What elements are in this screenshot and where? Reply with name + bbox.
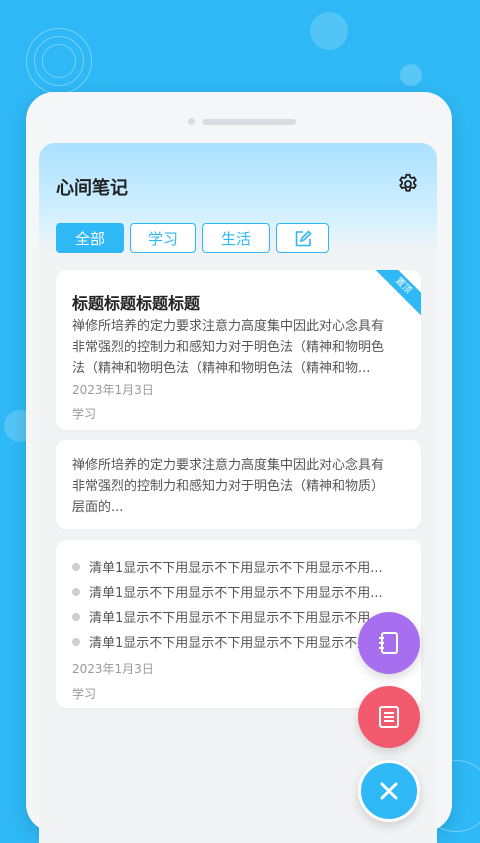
bullet-icon	[72, 638, 80, 646]
edit-icon	[295, 230, 312, 247]
bullet-icon	[72, 563, 80, 571]
app-header: 心间笔记 全部 学习 生活	[39, 143, 437, 253]
checklist-item: 清单1显示不下用显示不下用显示不下用显示不用...	[72, 582, 402, 602]
tab-edit[interactable]	[276, 223, 329, 253]
bullet-icon	[72, 588, 80, 596]
checklist-item: 清单1显示不下用显示不下用显示不下用显示不用...	[72, 632, 402, 652]
tab-life[interactable]: 生活	[202, 223, 270, 253]
camera-dot	[188, 118, 195, 125]
decor-circle	[400, 64, 422, 86]
note-card[interactable]: 禅修所培养的定力要求注意力高度集中因此对心念具有 非常强烈的控制力和感知力对于明…	[56, 440, 421, 529]
note-tag: 学习	[72, 407, 97, 421]
note-tag: 学习	[72, 687, 97, 701]
note-card[interactable]: 置顶 标题标题标题标题 禅修所培养的定力要求注意力高度集中因此对心念具有 非常强…	[56, 270, 421, 430]
checklist-item: 清单1显示不下用显示不下用显示不下用显示不用...	[72, 607, 402, 627]
decor-ring	[42, 44, 76, 78]
decor-circle	[310, 12, 348, 50]
checklist-item: 清单1显示不下用显示不下用显示不下用显示不用...	[72, 557, 402, 577]
speaker-bar	[202, 119, 296, 125]
note-body: 禅修所培养的定力要求注意力高度集中因此对心念具有 非常强烈的控制力和感知力对于明…	[72, 458, 385, 515]
pinned-badge: 置顶	[369, 270, 421, 320]
notebook-icon	[379, 632, 398, 654]
note-date: 2023年1月3日	[72, 662, 154, 676]
settings-gear-icon[interactable]	[396, 172, 420, 196]
tab-all[interactable]: 全部	[56, 223, 124, 253]
tab-study[interactable]: 学习	[130, 223, 196, 253]
list-icon	[379, 706, 399, 728]
close-fab-button[interactable]	[358, 760, 420, 822]
list-fab-button[interactable]	[358, 686, 420, 748]
close-icon	[380, 782, 398, 800]
note-date: 2023年1月3日	[72, 383, 154, 397]
app-title: 心间笔记	[56, 178, 128, 199]
note-title: 标题标题标题标题	[72, 294, 201, 313]
bullet-icon	[72, 613, 80, 621]
note-body: 禅修所培养的定力要求注意力高度集中因此对心念具有 非常强烈的控制力和感知力对于明…	[72, 319, 385, 376]
notebook-fab-button[interactable]	[358, 612, 420, 674]
